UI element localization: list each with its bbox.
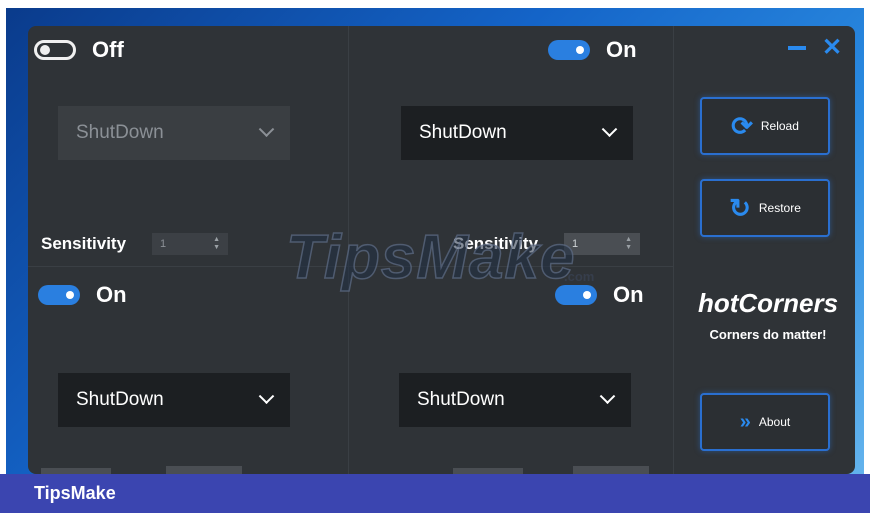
- top-left-sensitivity-row: Sensitivity 1 ▲ ▼: [41, 233, 229, 255]
- bottom-left-toggle[interactable]: [38, 285, 80, 305]
- about-button[interactable]: » About: [700, 393, 830, 451]
- bottom-right-toggle-label: On: [613, 282, 644, 307]
- dropdown-value: ShutDown: [76, 389, 164, 410]
- bottom-left-toggle-label: On: [96, 282, 127, 307]
- window-controls: ✕: [788, 36, 842, 60]
- chevron-down-icon: [258, 387, 275, 404]
- restore-icon: ↻: [729, 193, 751, 223]
- brand-title: hotCorners: [697, 288, 839, 318]
- stepper-arrows-icon[interactable]: ▲ ▼: [213, 236, 220, 252]
- reload-label: Reload: [760, 119, 799, 133]
- bottom-left-toggle-row: On: [38, 282, 127, 308]
- reload-icon: ⟳: [731, 111, 753, 141]
- dropdown-value: ShutDown: [417, 389, 505, 410]
- top-left-toggle-row: Off: [34, 37, 124, 63]
- double-chevron-right-icon: »: [739, 411, 751, 433]
- minimize-icon[interactable]: [788, 46, 806, 50]
- restore-button[interactable]: ↻ Restore: [700, 179, 830, 237]
- bottom-right-sensitivity-stepper[interactable]: [573, 466, 649, 474]
- top-left-toggle[interactable]: [34, 40, 76, 60]
- top-left-action-dropdown[interactable]: ShutDown: [58, 106, 290, 160]
- top-right-action-dropdown[interactable]: ShutDown: [401, 106, 633, 160]
- bottom-left-action-dropdown[interactable]: ShutDown: [58, 373, 290, 427]
- watermark-suffix: .com: [564, 269, 595, 284]
- top-right-toggle-row: On: [548, 37, 637, 63]
- divider: [673, 26, 674, 474]
- close-icon[interactable]: ✕: [822, 36, 842, 60]
- footer-bar: TipsMake: [0, 474, 870, 513]
- stepper-arrows-icon[interactable]: ▲ ▼: [625, 236, 632, 252]
- top-left-sensitivity-stepper[interactable]: 1 ▲ ▼: [152, 233, 229, 255]
- chevron-down-icon: [258, 120, 275, 137]
- bottom-left-sensitivity-stepper[interactable]: [166, 466, 242, 474]
- hotcorners-window: Off ShutDown Sensitivity 1 ▲ ▼ On ShutDow…: [28, 26, 855, 474]
- chevron-down-icon: [599, 387, 616, 404]
- about-label: About: [758, 415, 791, 429]
- watermark-text: TipsMake: [285, 222, 576, 293]
- stepper-value: 1: [160, 238, 167, 250]
- sensitivity-label: Sensitivity: [41, 234, 127, 253]
- top-right-toggle[interactable]: [548, 40, 590, 60]
- chevron-down-icon: [601, 120, 618, 137]
- brand-subtitle: Corners do matter!: [709, 327, 827, 342]
- reload-button[interactable]: ⟳ Reload: [700, 97, 830, 155]
- footer-label: TipsMake: [34, 483, 116, 503]
- bottom-right-action-dropdown[interactable]: ShutDown: [399, 373, 631, 427]
- top-left-toggle-label: Off: [92, 37, 124, 62]
- dropdown-value: ShutDown: [419, 122, 507, 143]
- brand-block: hotCorners Corners do matter!: [683, 288, 853, 342]
- top-right-sensitivity-stepper[interactable]: 1 ▲ ▼: [564, 233, 641, 255]
- dropdown-value: ShutDown: [76, 122, 164, 143]
- restore-label: Restore: [758, 201, 801, 215]
- top-right-toggle-label: On: [606, 37, 637, 62]
